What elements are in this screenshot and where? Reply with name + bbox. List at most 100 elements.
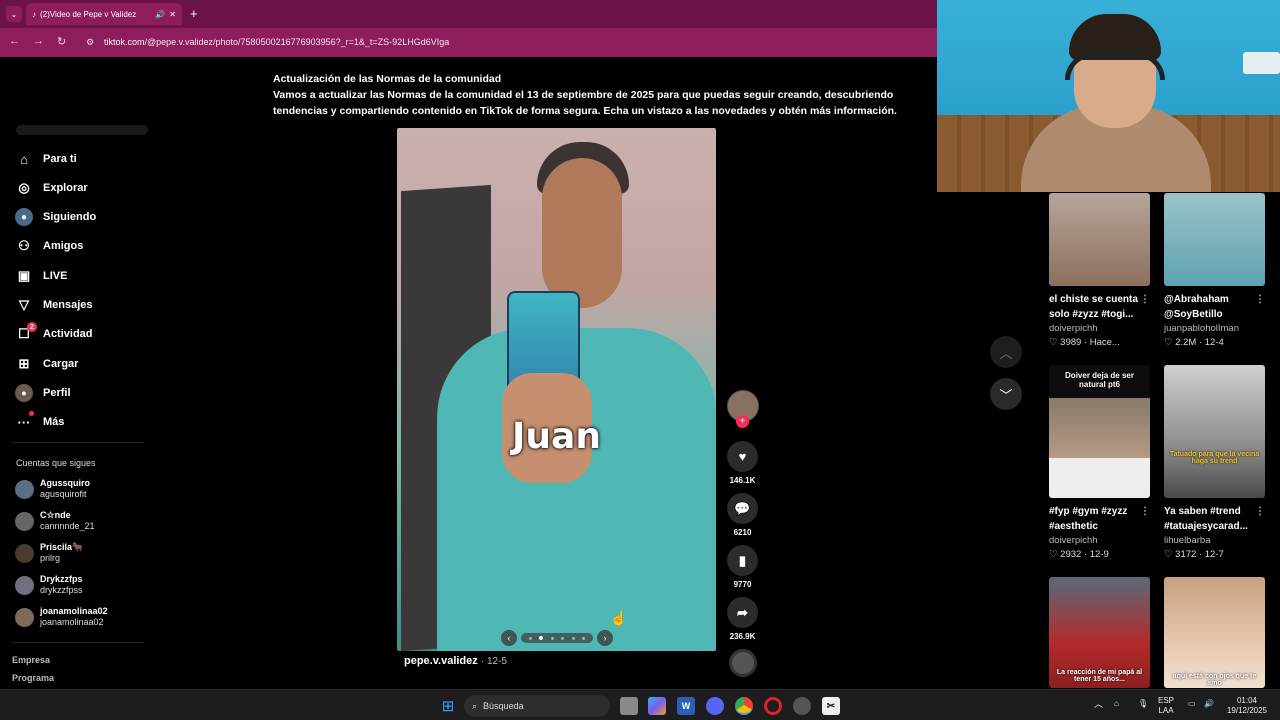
- chrome-icon[interactable]: [735, 697, 753, 715]
- music-disc-icon[interactable]: [729, 649, 757, 677]
- photo-post[interactable]: Juan ‹ ›: [397, 128, 716, 651]
- sidebar-item-siguiendo[interactable]: ● Siguiendo: [15, 208, 96, 226]
- bookmark-icon: ▮: [727, 545, 758, 576]
- carousel-dot[interactable]: [571, 636, 575, 640]
- discord-icon[interactable]: [706, 697, 724, 715]
- carousel-prev-icon[interactable]: ‹: [501, 630, 517, 646]
- sidebar-item-label: Mensajes: [43, 299, 93, 311]
- video-thumbnail[interactable]: [1049, 193, 1150, 286]
- video-card[interactable]: aquí está con ojos que te amo: [1164, 577, 1265, 688]
- sidebar-item-para-ti[interactable]: ⌂ Para ti: [15, 150, 77, 168]
- carousel-dot-active[interactable]: [539, 636, 544, 640]
- tray-chevron-icon[interactable]: ︿: [1094, 699, 1103, 709]
- sidebar-item-perfil[interactable]: ● Perfil: [15, 384, 71, 402]
- profile-icon: ●: [15, 384, 33, 402]
- more-icon: ···: [15, 411, 34, 431]
- mic-icon[interactable]: 🎙: [1138, 699, 1148, 709]
- more-options-icon[interactable]: ⋮: [1255, 292, 1265, 307]
- browser-tab-bar: ⌄ ♪ (2)Video de Pepe v Validez 🔊 ✕ +: [0, 0, 937, 28]
- clock[interactable]: 01:04 19/12/2025: [1222, 696, 1272, 716]
- carousel-dot[interactable]: [561, 636, 565, 640]
- browser-tab[interactable]: ♪ (2)Video de Pepe v Validez 🔊 ✕: [26, 3, 182, 25]
- mouse-cursor-icon: ☝: [610, 610, 628, 626]
- sidebar-item-amigos[interactable]: ⚇ Amigos: [15, 237, 83, 255]
- carousel-dot[interactable]: [550, 636, 554, 640]
- site-settings-icon[interactable]: ⚙: [86, 37, 94, 48]
- back-icon[interactable]: ←: [9, 35, 20, 47]
- video-thumbnail[interactable]: [1164, 193, 1265, 286]
- sidebar-item-label: LIVE: [43, 270, 68, 282]
- capcut-icon[interactable]: ✂: [822, 697, 840, 715]
- sidebar-item-label: Siguiendo: [43, 211, 97, 223]
- followed-account[interactable]: C☆nde cannnnde_21: [15, 510, 95, 532]
- more-options-icon[interactable]: ⋮: [1255, 504, 1265, 519]
- video-author[interactable]: lihuelbarba: [1164, 535, 1265, 546]
- followed-account[interactable]: Drykzzfps drykzzfpss: [15, 574, 83, 596]
- copilot-icon[interactable]: [648, 697, 666, 715]
- followed-account[interactable]: Agussquiro agusquirofit: [15, 478, 90, 500]
- thumbnail-overlay-text: Doiver deja de ser natural pt6: [1065, 371, 1134, 389]
- more-options-icon[interactable]: ⋮: [1140, 292, 1150, 307]
- settings-icon[interactable]: [793, 697, 811, 715]
- sidebar-item-label: Cargar: [43, 358, 79, 370]
- video-card[interactable]: el chiste se cuenta solo #zyzz #togi... ⋮…: [1049, 193, 1150, 348]
- speaker-icon[interactable]: 🔊: [155, 10, 165, 19]
- avatar: [15, 511, 34, 531]
- sidebar-item-actividad[interactable]: ☐ 2 Actividad: [15, 322, 93, 343]
- reload-icon[interactable]: ↻: [57, 35, 66, 48]
- windows-start-icon[interactable]: ⊞: [439, 697, 457, 715]
- sidebar-item-mas[interactable]: ··· Más: [15, 411, 64, 431]
- footer-link-programa[interactable]: Programa: [12, 673, 54, 683]
- word-icon[interactable]: W: [677, 697, 695, 715]
- task-view-icon[interactable]: [620, 697, 638, 715]
- opera-icon[interactable]: [764, 697, 782, 715]
- video-thumbnail[interactable]: Doiver deja de ser natural pt6: [1049, 365, 1150, 498]
- forward-icon[interactable]: →: [33, 35, 44, 47]
- save-button[interactable]: ▮ 9770: [727, 545, 758, 589]
- post-author[interactable]: pepe.v.validez · 12-5: [404, 655, 507, 667]
- more-options-icon[interactable]: ⋮: [1140, 504, 1150, 519]
- share-button[interactable]: ➦ 236.9K: [727, 597, 758, 641]
- video-thumbnail[interactable]: La reacción de mi papá al tener 15 años.…: [1049, 577, 1150, 688]
- carousel-dot[interactable]: [528, 636, 532, 640]
- comment-button[interactable]: 💬 6210: [727, 493, 758, 537]
- sidebar-item-live[interactable]: ▣ LIVE: [15, 267, 68, 285]
- video-thumbnail[interactable]: Tatuado para que la vecina haga su trend: [1164, 365, 1265, 498]
- notice-title: Actualización de las Normas de la comuni…: [273, 73, 502, 85]
- tab-list-chevron-icon[interactable]: ⌄: [6, 6, 22, 22]
- network-icon[interactable]: ⌂: [1114, 699, 1119, 709]
- search-icon: ⌕: [472, 700, 478, 711]
- sidebar-item-explorar[interactable]: ◎ Explorar: [15, 179, 87, 197]
- volume-icon[interactable]: 🔊: [1204, 699, 1214, 709]
- followed-account[interactable]: joanamolinaa02 joanamolinaa02: [15, 606, 108, 628]
- video-card[interactable]: La reacción de mi papá al tener 15 años.…: [1049, 577, 1150, 688]
- friends-icon: ⚇: [18, 238, 30, 253]
- sidebar-item-cargar[interactable]: ⊞ Cargar: [15, 355, 79, 373]
- like-button[interactable]: ♥ 146.1K: [727, 441, 758, 485]
- post-caption-overlay: Juan: [512, 416, 601, 457]
- footer-link-empresa[interactable]: Empresa: [12, 655, 50, 665]
- carousel-dot[interactable]: [582, 636, 586, 640]
- display-icon[interactable]: ▭: [1188, 699, 1196, 709]
- video-card[interactable]: @Abrahaham @SoyBetillo ⋮ juanpabloholIman…: [1164, 193, 1265, 348]
- url-field[interactable]: tiktok.com/@pepe.v.validez/photo/7580500…: [104, 37, 449, 47]
- close-tab-icon[interactable]: ✕: [169, 10, 176, 19]
- video-author[interactable]: doiverpichh: [1049, 535, 1150, 546]
- carousel-next-icon[interactable]: ›: [597, 630, 613, 646]
- sidebar-item-mensajes[interactable]: ▽ Mensajes: [15, 296, 93, 314]
- video-thumbnail[interactable]: aquí está con ojos que te amo: [1164, 577, 1265, 688]
- followed-account[interactable]: Priscila🐂 prilrg: [15, 542, 83, 564]
- follow-plus-icon[interactable]: +: [736, 415, 749, 428]
- video-card[interactable]: Doiver deja de ser natural pt6 #fyp #gym…: [1049, 365, 1150, 560]
- scroll-down-button[interactable]: ﹀: [990, 378, 1022, 410]
- home-icon: ⌂: [20, 151, 28, 167]
- community-notice: Actualización de las Normas de la comuni…: [273, 71, 913, 119]
- author-name[interactable]: pepe.v.validez: [404, 655, 478, 667]
- video-author[interactable]: juanpabloholIman: [1164, 323, 1265, 334]
- new-tab-icon[interactable]: +: [190, 6, 198, 21]
- scroll-up-button[interactable]: ︿: [990, 336, 1022, 368]
- language-indicator[interactable]: ESP LAA: [1158, 696, 1174, 716]
- taskbar-search[interactable]: ⌕ Búsqueda: [464, 695, 610, 717]
- video-card[interactable]: Tatuado para que la vecina haga su trend…: [1164, 365, 1265, 560]
- video-author[interactable]: doiverpichh: [1049, 323, 1150, 334]
